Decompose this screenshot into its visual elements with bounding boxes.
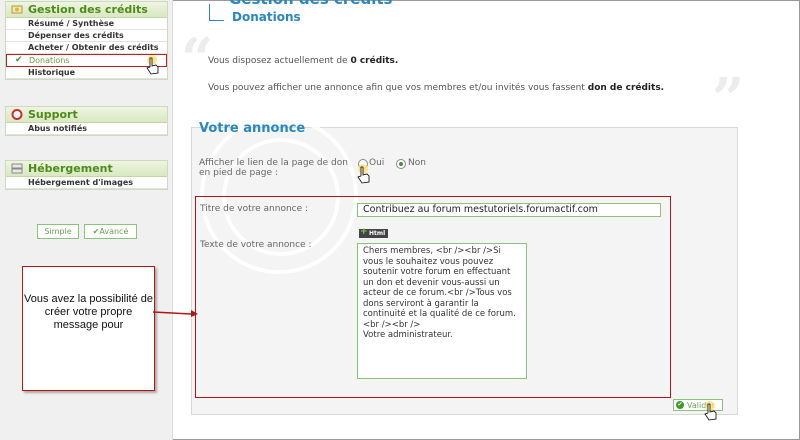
support-menu-header: Support bbox=[6, 107, 167, 123]
donation-info-text: Vous pouvez afficher une annonce afin qu… bbox=[208, 83, 664, 93]
credits-menu-header: Gestion des crédits bbox=[6, 2, 167, 18]
sidebar-item-donations-label: Donations bbox=[29, 56, 70, 65]
sidebar-item-acheter[interactable]: Acheter / Obtenir des crédits bbox=[6, 42, 167, 54]
radio-no[interactable] bbox=[396, 159, 406, 169]
show-link-label: Afficher le lien de la page de don en pie… bbox=[199, 158, 348, 178]
tutorial-callout: Vous avez la possibilité de créer votre … bbox=[22, 266, 155, 391]
credits-balance-prefix: Vous disposez actuellement de bbox=[208, 56, 351, 66]
credits-balance-text: Vous disposez actuellement de 0 crédits. bbox=[208, 56, 398, 66]
mode-advanced-button[interactable]: ✔Avancé bbox=[84, 224, 137, 239]
radio-no-label: Non bbox=[408, 158, 426, 168]
hosting-menu-title: Hébergement bbox=[28, 162, 113, 175]
mode-advanced-label: Avancé bbox=[99, 227, 129, 236]
credits-balance-value: 0 crédits. bbox=[350, 56, 399, 66]
hand-cursor-icon bbox=[146, 55, 159, 75]
html-toggle-button[interactable]: Html bbox=[359, 228, 389, 238]
sidebar-item-abus[interactable]: Abus notifiés bbox=[6, 123, 167, 135]
credits-menu-title: Gestion des crédits bbox=[28, 3, 148, 16]
close-quote-icon: ” bbox=[712, 66, 745, 132]
hosting-menu: Hébergement Hébergement d'images bbox=[5, 160, 168, 190]
sidebar-item-donations[interactable]: ✔ Donations bbox=[6, 54, 167, 67]
arrow-icon bbox=[153, 310, 198, 317]
page-subtitle: Donations bbox=[232, 10, 301, 24]
tutorial-callout-text: Vous avez la possibilité de créer votre … bbox=[23, 293, 154, 331]
sidebar-item-historique[interactable]: Historique bbox=[6, 67, 167, 79]
show-link-label-line1: Afficher le lien de la page de don bbox=[199, 158, 348, 168]
page-title: Gestion des crédits bbox=[229, 0, 392, 8]
hand-cursor-icon bbox=[704, 401, 717, 421]
donation-info-value: don de crédits. bbox=[587, 83, 665, 93]
money-icon bbox=[11, 5, 23, 14]
support-menu: Support Abus notifiés bbox=[5, 106, 168, 136]
sidebar-item-hebergement-images[interactable]: Hébergement d'images bbox=[6, 177, 167, 189]
mode-simple-button[interactable]: Simple bbox=[37, 224, 79, 239]
donation-info-prefix: Vous pouvez afficher une annonce afin qu… bbox=[208, 83, 588, 93]
check-icon: ✔ bbox=[15, 55, 23, 65]
annonce-title-label: Titre de votre annonce : bbox=[200, 204, 309, 214]
annonce-title-input[interactable]: Contribuez au forum mestutoriels.forumac… bbox=[357, 203, 661, 217]
check-circle-icon: ✔ bbox=[676, 401, 684, 409]
lifebuoy-icon bbox=[11, 109, 23, 120]
sidebar-item-resume[interactable]: Résumé / Synthèse bbox=[6, 18, 167, 30]
support-menu-title: Support bbox=[28, 108, 78, 121]
annonce-text-label: Texte de votre annonce : bbox=[200, 240, 312, 250]
sidebar-item-depenser[interactable]: Dépenser des crédits bbox=[6, 30, 167, 42]
hand-cursor-icon bbox=[357, 164, 370, 184]
annonce-text-area[interactable]: Chers membres, <br /><br />Si vous le so… bbox=[357, 243, 527, 379]
server-icon bbox=[11, 163, 23, 174]
hosting-menu-header: Hébergement bbox=[6, 161, 167, 177]
show-link-label-line2: en pied de page : bbox=[199, 168, 278, 178]
annonce-title: Votre annonce bbox=[199, 121, 306, 136]
title-bracket bbox=[209, 4, 224, 21]
